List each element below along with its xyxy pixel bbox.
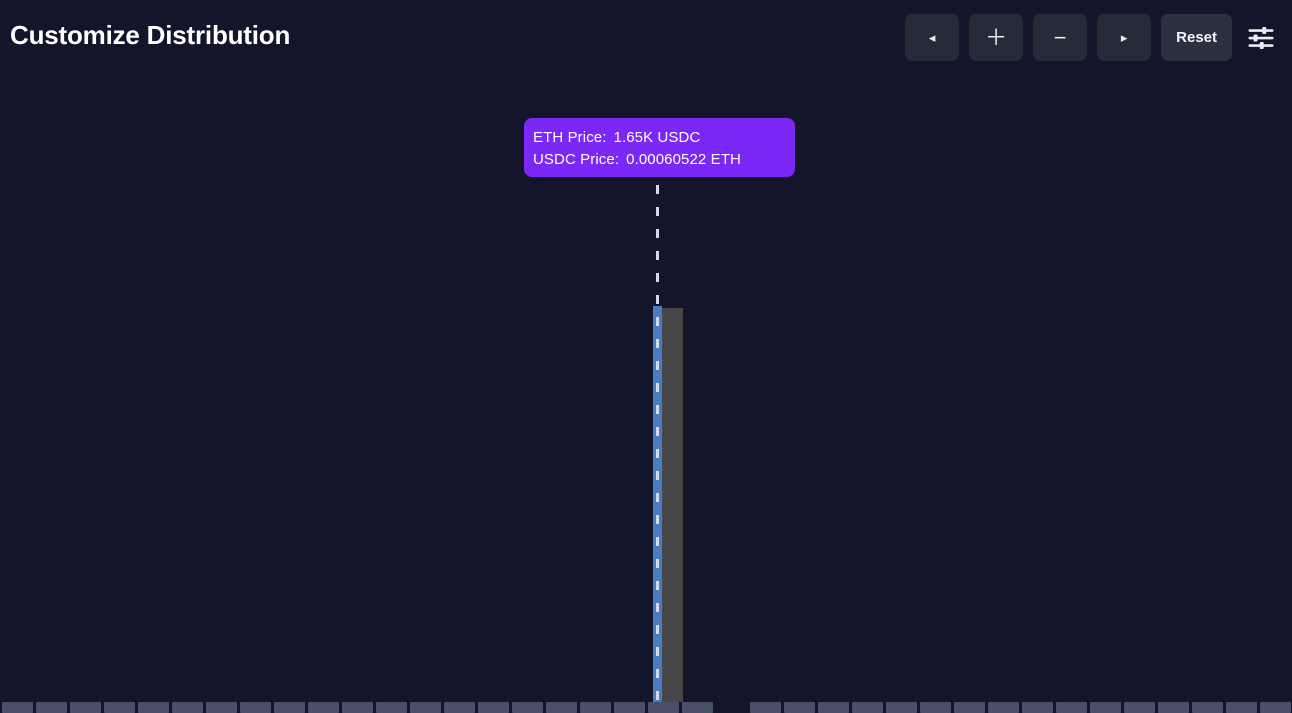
- range-tick[interactable]: [1124, 702, 1155, 713]
- zoom-out-button[interactable]: −: [1033, 14, 1088, 61]
- current-price-marker-line: [656, 185, 659, 702]
- range-tick[interactable]: [70, 702, 101, 713]
- range-tick[interactable]: [784, 702, 815, 713]
- range-tick[interactable]: [1226, 702, 1257, 713]
- range-tick[interactable]: [1192, 702, 1223, 713]
- range-tick[interactable]: [886, 702, 917, 713]
- page-title: Customize Distribution: [10, 20, 291, 50]
- range-tick[interactable]: [1260, 702, 1291, 713]
- range-tick[interactable]: [1090, 702, 1121, 713]
- range-tick[interactable]: [954, 702, 985, 713]
- step-left-button[interactable]: ◂: [905, 14, 960, 61]
- range-tick[interactable]: [614, 702, 645, 713]
- range-tick[interactable]: [988, 702, 1019, 713]
- range-tick[interactable]: [274, 702, 305, 713]
- range-tick[interactable]: [682, 702, 713, 713]
- zoom-in-button[interactable]: ＋: [969, 14, 1024, 61]
- range-tick[interactable]: [648, 702, 679, 713]
- range-tick[interactable]: [376, 702, 407, 713]
- range-tick[interactable]: [342, 702, 373, 713]
- range-tick[interactable]: [206, 702, 237, 713]
- chevron-right-icon: ▸: [1120, 30, 1128, 45]
- range-tick[interactable]: [818, 702, 849, 713]
- range-tick[interactable]: [478, 702, 509, 713]
- range-tick[interactable]: [920, 702, 951, 713]
- price-range-scrubber[interactable]: [0, 702, 1292, 713]
- range-tick[interactable]: [852, 702, 883, 713]
- range-tick[interactable]: [172, 702, 203, 713]
- sliders-icon[interactable]: [1244, 18, 1278, 58]
- range-tick[interactable]: [580, 702, 611, 713]
- range-tick[interactable]: [512, 702, 543, 713]
- range-tick[interactable]: [1158, 702, 1189, 713]
- toolbar-button-group: ◂ ＋ − ▸: [905, 14, 1152, 61]
- liquidity-bar-group: [0, 75, 1292, 702]
- step-right-button[interactable]: ▸: [1097, 14, 1152, 61]
- range-tick[interactable]: [546, 702, 577, 713]
- header-bar: Customize Distribution ◂ ＋ − ▸ Reset: [0, 0, 1292, 75]
- liquidity-distribution-chart[interactable]: ETH Price: 1.65K USDC USDC Price: 0.000605…: [0, 75, 1292, 702]
- customize-distribution-screen: Customize Distribution ◂ ＋ − ▸ Reset ETH…: [0, 0, 1292, 713]
- range-tick[interactable]: [410, 702, 441, 713]
- chevron-left-icon: ◂: [928, 30, 936, 45]
- minus-icon: −: [1053, 24, 1067, 50]
- range-tick[interactable]: [240, 702, 271, 713]
- range-tick[interactable]: [138, 702, 169, 713]
- inactive-liquidity-bar[interactable]: [662, 308, 683, 702]
- range-tick[interactable]: [308, 702, 339, 713]
- chart-toolbar: ◂ ＋ − ▸ Reset: [905, 14, 1278, 61]
- range-tick[interactable]: [2, 702, 33, 713]
- range-tick[interactable]: [36, 702, 67, 713]
- range-tick[interactable]: [750, 702, 781, 713]
- range-tick[interactable]: [104, 702, 135, 713]
- reset-button[interactable]: Reset: [1161, 14, 1232, 61]
- range-tick[interactable]: [1056, 702, 1087, 713]
- range-tick[interactable]: [1022, 702, 1053, 713]
- plus-icon: ＋: [985, 24, 1008, 50]
- range-tick[interactable]: [444, 702, 475, 713]
